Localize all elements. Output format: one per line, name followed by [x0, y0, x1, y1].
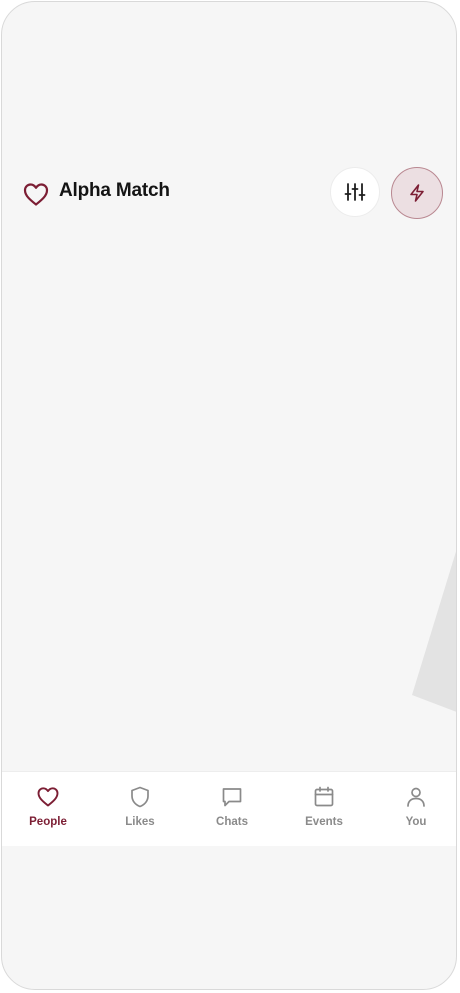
bolt-icon — [410, 184, 424, 202]
heart-icon — [23, 183, 49, 206]
tab-events[interactable]: Events — [278, 772, 370, 847]
filter-button[interactable] — [330, 167, 380, 217]
boost-button[interactable] — [391, 167, 443, 219]
phone-frame: Alpha Match People Likes Chats Events Yo… — [1, 1, 457, 990]
tab-people[interactable]: People — [2, 772, 94, 847]
tab-chats[interactable]: Chats — [186, 772, 278, 847]
app-title: Alpha Match — [59, 180, 170, 201]
tab-label: Chats — [216, 816, 248, 828]
tab-likes[interactable]: Likes — [94, 772, 186, 847]
shield-icon — [131, 786, 149, 808]
heart-icon — [37, 787, 59, 807]
person-icon — [407, 787, 425, 807]
bottom-tab-bar: People Likes Chats Events You — [2, 771, 456, 846]
chat-bubble-icon — [222, 788, 242, 807]
tab-label: You — [405, 816, 427, 828]
sliders-icon — [344, 183, 366, 201]
app-header: Alpha Match — [2, 167, 456, 219]
tab-label: People — [29, 816, 67, 828]
tab-label: Likes — [125, 816, 155, 828]
tab-you[interactable]: You — [370, 772, 456, 847]
tab-label: Events — [305, 816, 343, 828]
calendar-icon — [314, 786, 334, 807]
